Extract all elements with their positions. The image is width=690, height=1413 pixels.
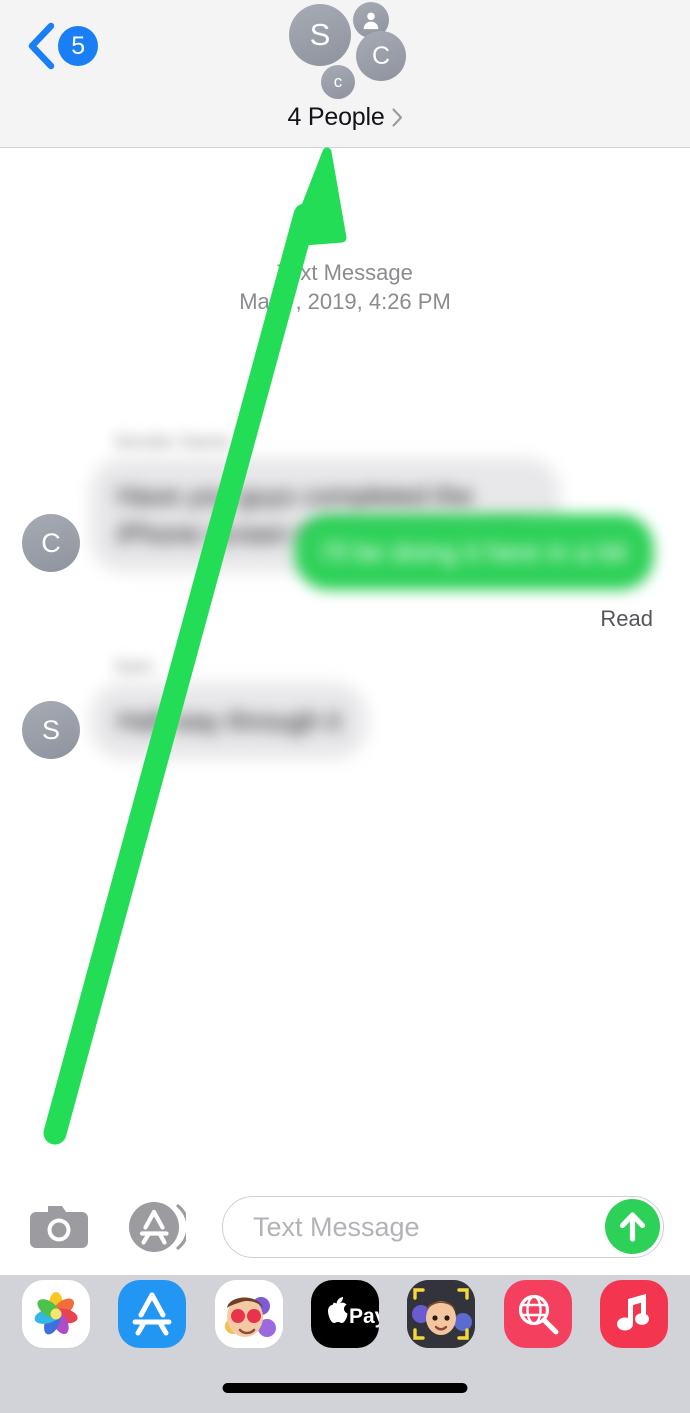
read-receipt: Read bbox=[600, 606, 653, 631]
group-avatar-cluster[interactable]: S C c bbox=[283, 2, 407, 102]
conversation-title-button[interactable]: 4 People bbox=[0, 103, 690, 132]
message-thread[interactable]: Text Message Mar 7, 2019, 4:26 PM C Send… bbox=[0, 149, 690, 1179]
sender-name: Sender Name bbox=[114, 432, 232, 453]
photos-icon bbox=[34, 1292, 78, 1335]
back-button[interactable]: 5 bbox=[26, 22, 98, 70]
app-apple-music[interactable] bbox=[599, 1280, 668, 1348]
camera-button[interactable] bbox=[28, 1202, 90, 1252]
app-store-icon bbox=[129, 1202, 186, 1252]
avatar-c-small: c bbox=[321, 65, 355, 99]
chevron-right-icon bbox=[391, 108, 402, 127]
avatar-c-large: C bbox=[356, 31, 406, 81]
search-input[interactable] bbox=[222, 1196, 664, 1258]
page-title: 4 People bbox=[287, 103, 385, 131]
message-row-incoming-2[interactable]: S Sam Half way through it bbox=[22, 657, 368, 759]
app-drawer-row: Pay bbox=[0, 1279, 690, 1349]
timestamp-when: Mar 7, 2019, 4:26 PM bbox=[239, 289, 451, 314]
animoji-icon bbox=[407, 1280, 476, 1348]
text-field-wrapper bbox=[222, 1196, 664, 1258]
message-row-outgoing-1[interactable]: I'll be doing it here in a bit Read bbox=[0, 514, 690, 632]
send-button[interactable] bbox=[605, 1199, 660, 1254]
app-photos[interactable] bbox=[22, 1280, 90, 1348]
messages-screen: 5 S C c 4 People Text Message Mar 7, 201… bbox=[0, 0, 690, 1413]
camera-icon bbox=[30, 1206, 88, 1248]
navigation-bar: 5 S C c 4 People bbox=[0, 0, 690, 148]
app-store-button[interactable] bbox=[128, 1198, 186, 1256]
avatar-s: S bbox=[289, 4, 351, 66]
app-animoji[interactable] bbox=[407, 1280, 476, 1348]
message-bubble[interactable]: I'll be doing it here in a bit bbox=[294, 514, 654, 590]
svg-text:Pay: Pay bbox=[349, 1305, 379, 1328]
thread-timestamp: Text Message Mar 7, 2019, 4:26 PM bbox=[0, 258, 690, 316]
app-store-icon bbox=[132, 1292, 172, 1336]
person-icon bbox=[363, 12, 379, 30]
message-bubble[interactable]: Half way through it bbox=[90, 683, 368, 759]
app-store[interactable] bbox=[118, 1280, 187, 1348]
app-apple-pay[interactable]: Pay bbox=[310, 1280, 379, 1348]
app-images[interactable] bbox=[503, 1280, 572, 1348]
memoji-stickers-icon bbox=[214, 1280, 283, 1348]
app-drawer: Pay bbox=[0, 1275, 690, 1413]
arrow-up-icon bbox=[619, 1212, 646, 1242]
timestamp-kind: Text Message bbox=[277, 260, 413, 285]
chevron-left-icon bbox=[28, 22, 55, 70]
sender-name: Sam bbox=[114, 657, 154, 678]
unread-count-badge[interactable]: 5 bbox=[58, 26, 98, 66]
image-search-icon bbox=[518, 1294, 559, 1335]
apple-pay-icon: Pay bbox=[327, 1297, 379, 1328]
music-note-icon bbox=[616, 1294, 649, 1331]
message-input-bar bbox=[0, 1179, 690, 1275]
home-indicator bbox=[222, 1383, 468, 1393]
avatar[interactable]: S bbox=[22, 701, 80, 759]
app-memoji-stickers[interactable] bbox=[214, 1280, 283, 1348]
